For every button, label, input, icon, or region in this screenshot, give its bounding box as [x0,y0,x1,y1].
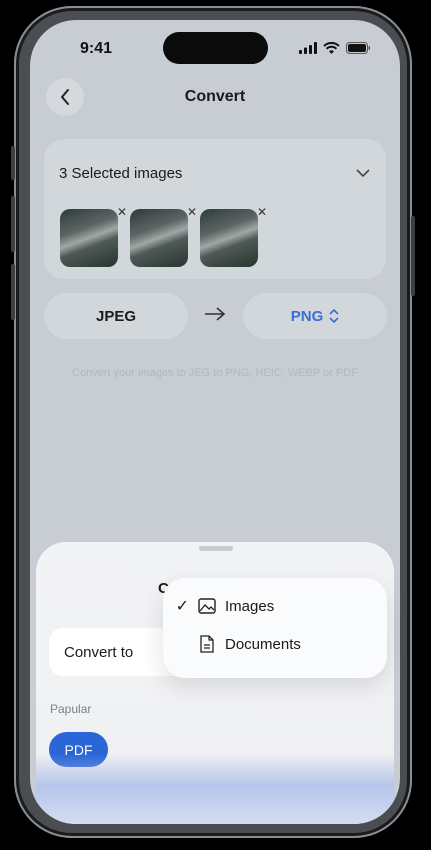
convert-to-label: Convert to [64,644,134,661]
remove-icon[interactable]: ✕ [117,205,127,219]
image-thumbnail[interactable]: ✕ [130,205,197,267]
battery-icon [346,42,370,54]
blurred-button-area [36,754,394,824]
target-format-label: PNG [290,307,324,325]
hint-text: Convert your images to JEG to PNG, HEIC,… [72,367,358,379]
remove-icon[interactable]: ✕ [257,205,267,219]
source-format-label: JPEG [95,307,137,325]
dynamic-island [163,32,268,64]
menu-item-label: Documents [225,635,301,653]
status-time: 9:41 [80,40,113,57]
remove-icon[interactable]: ✕ [187,205,197,219]
image-icon [197,596,217,616]
document-icon [197,634,217,654]
image-thumbnail[interactable]: ✕ [200,205,267,267]
thumbnail-list: ✕ ✕ ✕ [60,205,267,267]
wifi-icon [323,42,340,54]
popular-label: Papular [50,702,92,716]
checkmark-icon: ✓ [175,598,189,615]
source-format-button[interactable]: JPEG [44,293,188,339]
sheet-grabber[interactable] [199,546,233,551]
menu-item-documents[interactable]: Documents [163,626,387,662]
status-icons [299,42,370,54]
selected-images-title: 3 Selected images [59,165,183,182]
chevron-down-icon[interactable] [356,169,370,178]
menu-item-label: Images [225,597,275,615]
status-bar: 9:41 [30,20,400,70]
menu-item-images[interactable]: ✓ Images [163,588,387,624]
dropdown-menu: ✓ Images Documents [163,578,387,678]
target-format-button[interactable]: PNG [243,293,387,339]
image-thumbnail[interactable]: ✕ [60,205,127,267]
nav-bar: Convert [30,78,400,118]
arrow-right-icon [205,307,226,321]
selected-images-card[interactable]: 3 Selected images ✕ ✕ ✕ [44,139,386,279]
page-title: Convert [184,88,246,105]
signal-icon [299,42,317,54]
chevron-up-down-icon [329,309,339,323]
screen: 9:41 Convert 3 Selected images ✕ ✕ ✕ JPE… [30,20,400,824]
